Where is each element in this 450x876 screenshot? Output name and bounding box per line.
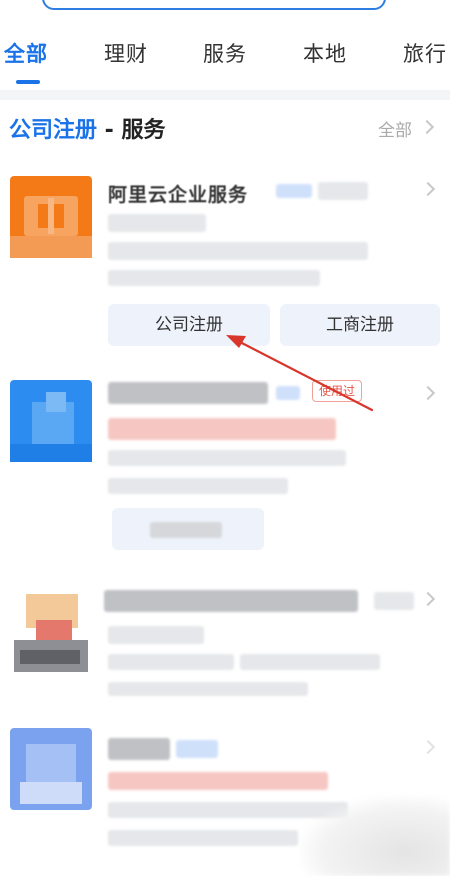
star-icon[interactable] — [420, 739, 436, 755]
watermark — [300, 796, 450, 876]
service-card[interactable]: 阿里云企业服务 公司注册 工商注册 — [0, 176, 450, 356]
tab-local[interactable]: 本地 — [303, 38, 347, 68]
chevron-right-icon[interactable] — [420, 591, 436, 607]
service-action-button[interactable] — [112, 508, 264, 550]
section-divider — [0, 90, 450, 100]
search-results-page: 全部 理财 服务 本地 旅行 公司注册 - 服务 全部 阿里云企业服务 公司注册… — [0, 0, 450, 876]
service-logo — [10, 728, 92, 810]
business-registration-button[interactable]: 工商注册 — [280, 304, 440, 346]
category-tabs: 全部 理财 服务 本地 旅行 — [0, 26, 450, 88]
section-title-category: - 服务 — [97, 118, 166, 143]
company-registration-button[interactable]: 公司注册 — [108, 304, 270, 346]
chevron-right-icon[interactable] — [419, 119, 435, 135]
chevron-right-icon[interactable] — [420, 385, 436, 401]
section-header: 公司注册 - 服务 全部 — [0, 100, 450, 156]
service-logo — [10, 380, 92, 462]
service-logo — [10, 176, 92, 258]
active-tab-indicator — [16, 80, 40, 84]
service-logo — [10, 590, 92, 672]
tab-all[interactable]: 全部 — [4, 38, 48, 68]
service-name: 阿里云企业服务 — [108, 184, 249, 206]
tab-services[interactable]: 服务 — [203, 38, 247, 68]
tab-travel[interactable]: 旅行 — [403, 38, 447, 68]
section-title-keyword: 公司注册 — [9, 118, 98, 143]
section-title: 公司注册 - 服务 — [9, 112, 165, 144]
search-bar[interactable] — [42, 0, 386, 10]
chevron-right-icon[interactable] — [420, 181, 436, 197]
section-view-all-link[interactable]: 全部 — [378, 116, 412, 141]
tab-finance[interactable]: 理财 — [104, 38, 148, 68]
used-before-tag: 使用过 — [312, 380, 363, 402]
service-card[interactable]: 使用过 — [0, 378, 450, 558]
service-card[interactable] — [0, 586, 450, 696]
